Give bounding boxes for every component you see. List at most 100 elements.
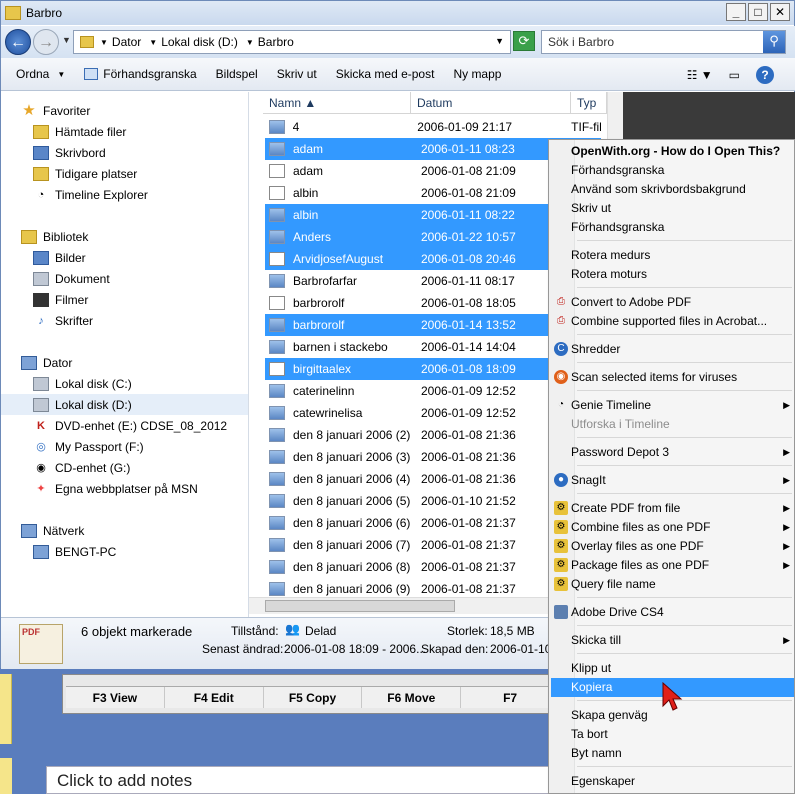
search-input[interactable]: Sök i Barbro ⚲ — [541, 30, 786, 54]
search-icon[interactable]: ⚲ — [763, 31, 785, 53]
f3-view-button[interactable]: F3 View — [66, 687, 165, 708]
music-note-icon: ♪ — [38, 314, 44, 327]
nav-msn[interactable]: ✦ Egna webbplatser på MSN — [33, 478, 197, 499]
title-bar[interactable]: Barbro _ □ ✕ — [1, 1, 794, 25]
breadcrumb-barbro[interactable]: Barbro — [258, 35, 294, 49]
menu-preview-2[interactable]: Förhandsgranska — [551, 218, 794, 237]
pictures-icon — [33, 250, 49, 265]
history-dropdown-icon[interactable]: ▼ — [62, 35, 71, 45]
help-icon[interactable]: ? — [756, 66, 774, 84]
menu-preview[interactable]: Förhandsgranska — [551, 161, 794, 180]
menu-convert-pdf[interactable]: ⎙ Convert to Adobe PDF — [551, 293, 794, 312]
gear-icon: ⚙ — [554, 558, 568, 572]
nav-music[interactable]: ♪ Skrifter — [33, 310, 93, 331]
menu-print[interactable]: Skriv ut — [551, 199, 794, 218]
nav-drive-d[interactable]: Lokal disk (D:) — [1, 394, 248, 415]
nav-videos[interactable]: Filmer — [33, 289, 88, 310]
column-type-header[interactable]: Typ — [571, 92, 607, 114]
menu-scan-viruses[interactable]: ◉ Scan selected items for viruses — [551, 368, 794, 387]
recent-places-icon — [33, 166, 49, 181]
file-row[interactable]: 4 2006-01-09 21:17 TIF-fil — [265, 116, 601, 138]
menu-genie-timeline[interactable]: ◔ Genie Timeline ▶ — [551, 396, 794, 415]
address-dropdown-icon[interactable]: ▼ — [495, 36, 504, 46]
drive-icon — [33, 376, 49, 391]
breadcrumb-drive-d[interactable]: Lokal disk (D:) — [161, 35, 238, 49]
menu-properties[interactable]: Egenskaper — [551, 772, 794, 791]
nav-desktop[interactable]: Skrivbord — [33, 142, 106, 163]
nav-bengt-pc[interactable]: BENGT-PC — [33, 541, 116, 562]
address-bar[interactable]: ▼ Dator ▼ Lokal disk (D:) ▼ Barbro ▼ — [73, 30, 511, 54]
close-button[interactable]: ✕ — [770, 3, 790, 21]
preview-pane-icon[interactable]: ▭ — [729, 68, 740, 82]
menu-shredder[interactable]: C Shredder — [551, 340, 794, 359]
folder-icon — [33, 124, 49, 139]
submenu-arrow-icon: ▶ — [783, 475, 790, 485]
back-button[interactable]: ← — [5, 29, 31, 55]
window-title: Barbro — [26, 6, 63, 20]
menu-overlay-pdf[interactable]: ⚙ Overlay files as one PDF ▶ — [551, 537, 794, 556]
cd-drive-icon: ◉ — [36, 461, 46, 474]
search-placeholder: Sök i Barbro — [548, 35, 615, 49]
nav-passport[interactable]: ◎ My Passport (F:) — [33, 436, 144, 457]
nav-network[interactable]: Nätverk — [21, 520, 84, 541]
menu-cut[interactable]: Klipp ut — [551, 659, 794, 678]
menu-create-pdf[interactable]: ⚙ Create PDF from file ▶ — [551, 499, 794, 518]
nav-downloads[interactable]: Hämtade filer — [33, 121, 126, 142]
menu-adobe-drive[interactable]: Adobe Drive CS4 — [551, 603, 794, 622]
chevron-down-icon[interactable]: ▼ — [246, 38, 254, 47]
image-file-icon — [269, 274, 285, 288]
nav-favorites[interactable]: ★ Favoriter — [21, 100, 90, 121]
column-date-header[interactable]: Datum — [411, 92, 571, 114]
menu-package-pdf[interactable]: ⚙ Package files as one PDF ▶ — [551, 556, 794, 575]
view-options-icon[interactable]: ☷ ▼ — [687, 68, 713, 82]
organize-button[interactable]: Ordna ▼ — [16, 67, 65, 81]
menu-send-to[interactable]: Skicka till ▶ — [551, 631, 794, 650]
pdf-file-icon: PDF — [19, 624, 63, 664]
nav-recent[interactable]: Tidigare platser — [33, 163, 137, 184]
menu-snagit[interactable]: ● SnagIt ▶ — [551, 471, 794, 490]
menu-query-file-name[interactable]: ⚙ Query file name — [551, 575, 794, 594]
notes-field[interactable]: Click to add notes — [46, 766, 556, 794]
genie-icon: ◔ — [557, 399, 565, 410]
nav-dvd[interactable]: K DVD-enhet (E:) CDSE_08_2012 — [33, 415, 227, 436]
menu-combine-acrobat[interactable]: ⎙ Combine supported files in Acrobat... — [551, 312, 794, 331]
breadcrumb-computer[interactable]: Dator — [112, 35, 141, 49]
computer-icon — [33, 544, 49, 559]
new-folder-button[interactable]: Ny mapp — [453, 67, 501, 81]
f5-copy-button[interactable]: F5 Copy — [264, 687, 363, 708]
nav-computer[interactable]: Dator — [21, 352, 72, 373]
f6-move-button[interactable]: F6 Move — [362, 687, 462, 708]
nav-pictures[interactable]: Bilder — [33, 247, 86, 268]
menu-rename[interactable]: Byt namn — [551, 744, 794, 763]
slideshow-button[interactable]: Bildspel — [216, 67, 258, 81]
forward-button[interactable]: → — [33, 29, 59, 55]
nav-cd[interactable]: ◉ CD-enhet (G:) — [33, 457, 130, 478]
menu-set-wallpaper[interactable]: Använd som skrivbordsbakgrund — [551, 180, 794, 199]
menu-openwith[interactable]: OpenWith.org - How do I Open This? — [551, 142, 794, 161]
nav-timeline[interactable]: ◔ Timeline Explorer — [33, 184, 148, 205]
maximize-button[interactable]: □ — [748, 3, 768, 21]
menu-combine-one-pdf[interactable]: ⚙ Combine files as one PDF ▶ — [551, 518, 794, 537]
slide-thumbnail-2[interactable] — [0, 758, 12, 794]
submenu-arrow-icon: ▶ — [783, 447, 790, 457]
print-button[interactable]: Skriv ut — [277, 67, 317, 81]
minimize-button[interactable]: _ — [726, 3, 746, 21]
f4-edit-button[interactable]: F4 Edit — [165, 687, 264, 708]
chevron-down-icon[interactable]: ▼ — [100, 38, 108, 47]
chevron-down-icon[interactable]: ▼ — [149, 38, 157, 47]
scroll-thumb[interactable] — [265, 600, 455, 612]
menu-delete[interactable]: Ta bort — [551, 725, 794, 744]
refresh-button[interactable]: ⟳ — [513, 31, 535, 51]
nav-documents[interactable]: Dokument — [33, 268, 110, 289]
menu-password-depot[interactable]: Password Depot 3 ▶ — [551, 443, 794, 462]
column-name-header[interactable]: Namn ▲ — [263, 92, 411, 114]
nav-drive-c[interactable]: Lokal disk (C:) — [33, 373, 132, 394]
created-label: Skapad den: — [421, 642, 489, 656]
preview-button[interactable]: Förhandsgranska — [84, 67, 197, 81]
slide-thumbnail[interactable] — [0, 674, 12, 744]
email-button[interactable]: Skicka med e-post — [336, 67, 435, 81]
menu-rotate-ccw[interactable]: Rotera moturs — [551, 265, 794, 284]
menu-rotate-cw[interactable]: Rotera medurs — [551, 246, 794, 265]
nav-libraries[interactable]: Bibliotek — [21, 226, 88, 247]
f7-button[interactable]: F7 — [461, 687, 560, 708]
